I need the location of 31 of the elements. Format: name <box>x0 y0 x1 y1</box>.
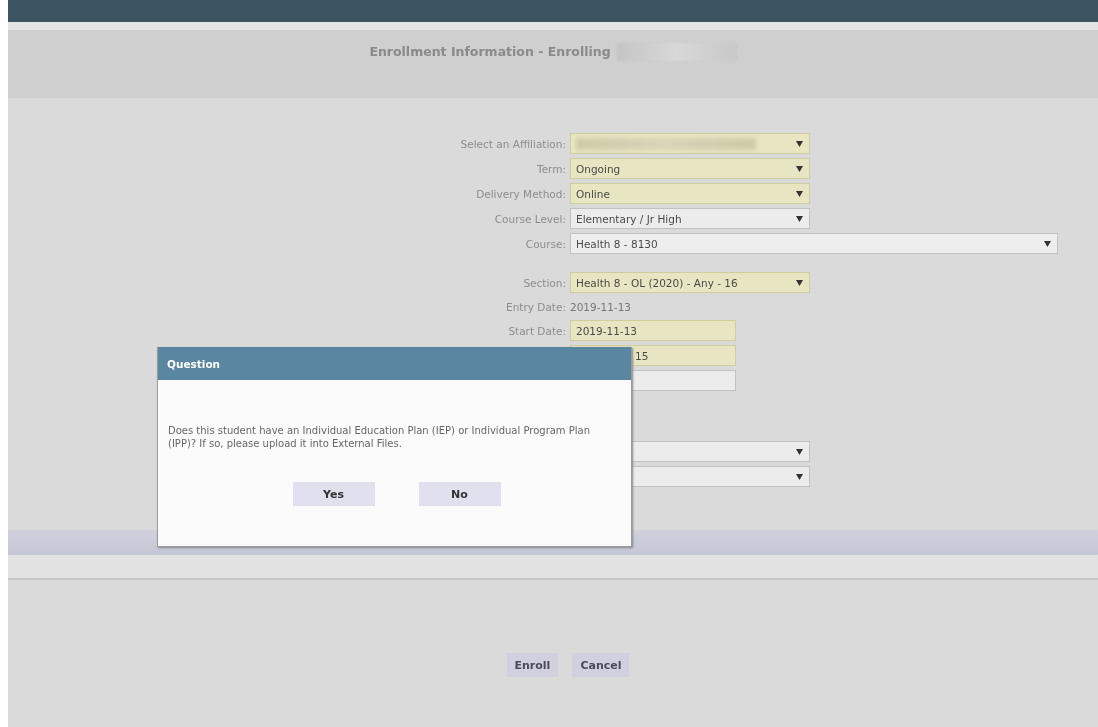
dropdown[interactable]: Online <box>570 183 810 204</box>
dialog-button[interactable]: No <box>418 482 501 506</box>
field-value: 2019-11-13 <box>570 299 633 315</box>
action-button[interactable]: Cancel <box>572 653 630 677</box>
page-title: Enrollment Information - Enrolling <box>369 44 611 59</box>
dropdown[interactable]: Health 8 - OL (2020) - Any - 16 <box>570 272 810 293</box>
dropdown[interactable]: Elementary / Jr High <box>570 208 810 229</box>
field-label: Course Level: <box>493 212 566 225</box>
caret-icon <box>796 216 803 222</box>
caret-icon <box>796 474 803 480</box>
input-field[interactable]: 2019-11-13 <box>570 320 736 341</box>
dialog-message: Does this student have an Individual Education Plan (IEP) or Individual Program Plan (IPP)? If so, please upload it into External Files. <box>168 424 592 450</box>
field-label: Entry Date: <box>505 300 566 313</box>
caret-icon <box>1044 241 1051 247</box>
action-button[interactable]: Enroll <box>506 653 559 677</box>
field-label: Delivery Method: <box>475 187 566 200</box>
dialog-button[interactable]: Yes <box>292 482 375 506</box>
field-label: Section: <box>522 276 566 289</box>
caret-icon <box>796 449 803 455</box>
dialog-title: Question <box>167 357 221 370</box>
dropdown[interactable]: Ongoing <box>570 158 810 179</box>
field-label: Select an Affiliation: <box>459 137 566 150</box>
caret-icon <box>796 280 803 286</box>
field-label: Course: <box>524 237 566 250</box>
dropdown[interactable]: Health 8 - 8130 <box>570 233 1058 254</box>
caret-icon <box>796 191 803 197</box>
dropdown[interactable] <box>570 133 810 154</box>
field-label: Term: <box>536 162 566 175</box>
field-label: Start Date: <box>507 324 566 337</box>
caret-icon <box>796 141 803 147</box>
caret-icon <box>796 166 803 172</box>
